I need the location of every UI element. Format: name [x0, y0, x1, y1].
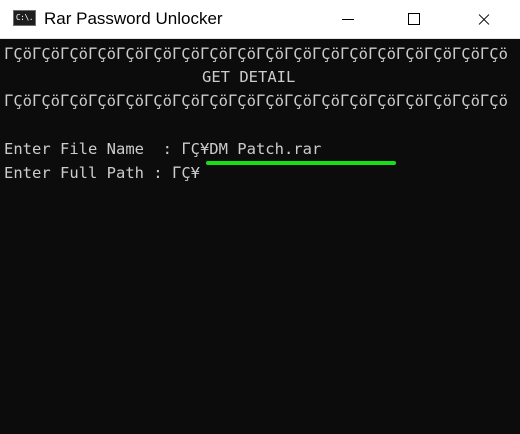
console-output[interactable]: ΓÇöΓÇöΓÇöΓÇöΓÇöΓÇöΓÇöΓÇöΓÇöΓÇöΓÇöΓÇöΓÇöΓ… — [4, 40, 516, 434]
full-path-value: ΓÇ¥ — [171, 164, 200, 182]
highlight-underline — [206, 161, 396, 165]
minimize-icon — [342, 18, 354, 20]
maximize-icon — [408, 13, 420, 25]
console-window: C:\. Rar Password Unlocker ΓÇöΓÇöΓÇöΓÇöΓ… — [0, 0, 520, 434]
console-app-icon: C:\. — [13, 10, 36, 26]
file-name-value: ΓÇ¥DM Patch.rar — [181, 140, 322, 158]
border-line-top: ΓÇöΓÇöΓÇöΓÇöΓÇöΓÇöΓÇöΓÇöΓÇöΓÇöΓÇöΓÇöΓÇöΓ… — [4, 45, 508, 63]
full-path-line: Enter Full Path : ΓÇ¥ — [4, 162, 200, 184]
section-heading: GET DETAIL — [202, 68, 296, 86]
border-line-bottom: ΓÇöΓÇöΓÇöΓÇöΓÇöΓÇöΓÇöΓÇöΓÇöΓÇöΓÇöΓÇöΓÇöΓ… — [4, 92, 508, 110]
title-bar[interactable]: C:\. Rar Password Unlocker — [0, 0, 520, 39]
full-path-prompt: Enter Full Path : — [4, 164, 172, 182]
file-name-prompt: Enter File Name : — [4, 140, 182, 158]
close-button[interactable] — [461, 0, 507, 38]
minimize-button[interactable] — [325, 0, 371, 38]
window-title: Rar Password Unlocker — [44, 9, 223, 28]
close-icon — [477, 12, 491, 26]
maximize-button[interactable] — [391, 0, 437, 38]
file-name-line: Enter File Name : ΓÇ¥DM Patch.rar — [4, 138, 321, 160]
